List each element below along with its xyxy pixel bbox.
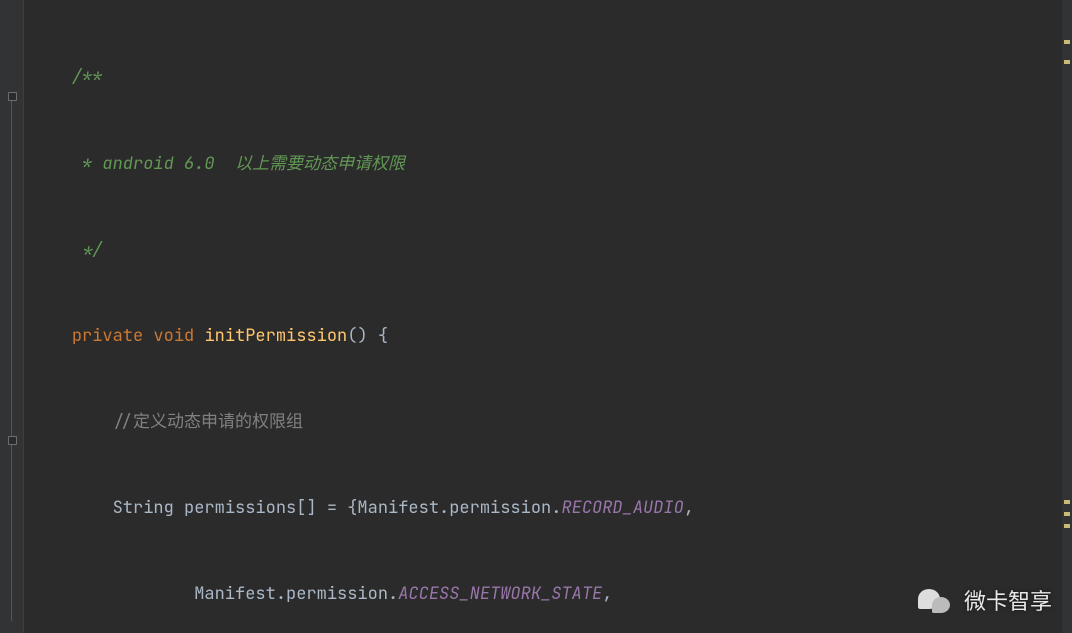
doc-comment: 以上需要动态申请权限 (235, 153, 405, 175)
punct: , (602, 583, 612, 605)
code-content[interactable]: /** * android 6.0 以上需要动态申请权限 */ private … (23, 0, 1072, 633)
doc-comment: /** (72, 66, 103, 88)
warning-marker[interactable] (1064, 512, 1070, 516)
identifier: permissions (184, 497, 296, 519)
warning-marker[interactable] (1064, 60, 1070, 64)
editor-overview-stripe[interactable] (1062, 0, 1072, 633)
method-name: initPermission (204, 325, 347, 347)
warning-marker[interactable] (1064, 40, 1070, 44)
class-ref: Manifest (357, 497, 439, 519)
field: permission (449, 497, 551, 519)
punct: . (276, 583, 286, 605)
warning-marker[interactable] (1064, 500, 1070, 504)
watermark: 微卡智享 (918, 587, 1052, 617)
code-line: String permissions[] = {Manifest.permiss… (23, 494, 1072, 523)
field: permission (286, 583, 388, 605)
warning-marker[interactable] (1064, 524, 1070, 528)
code-line: private void initPermission() { (23, 322, 1072, 351)
fold-marker[interactable] (8, 436, 17, 445)
doc-comment: * android 6.0 (72, 153, 235, 175)
fold-marker[interactable] (8, 92, 17, 101)
constant: ACCESS_NETWORK_STATE (398, 583, 602, 605)
class-ref: Manifest (194, 583, 276, 605)
constant: RECORD_AUDIO (561, 497, 683, 519)
editor-gutter (0, 0, 24, 633)
wechat-icon (918, 587, 954, 617)
punct: () { (347, 325, 388, 347)
punct: [] = { (296, 497, 357, 519)
code-line: * android 6.0 以上需要动态申请权限 (23, 150, 1072, 179)
line-comment: //定义动态申请的权限组 (113, 411, 303, 433)
punct: . (439, 497, 449, 519)
punct: . (388, 583, 398, 605)
type: String (113, 497, 174, 519)
code-line: //定义动态申请的权限组 (23, 408, 1072, 437)
keyword: void (153, 325, 194, 347)
punct: . (551, 497, 561, 519)
code-line: */ (23, 236, 1072, 265)
watermark-text: 微卡智享 (964, 588, 1052, 617)
code-line: /** (23, 63, 1072, 92)
doc-comment: */ (72, 239, 103, 261)
punct: , (684, 497, 694, 519)
code-line: Manifest.permission.ACCESS_NETWORK_STATE… (23, 580, 1072, 609)
code-editor[interactable]: /** * android 6.0 以上需要动态申请权限 */ private … (0, 0, 1072, 633)
keyword: private (72, 325, 143, 347)
fold-guide (11, 101, 12, 621)
